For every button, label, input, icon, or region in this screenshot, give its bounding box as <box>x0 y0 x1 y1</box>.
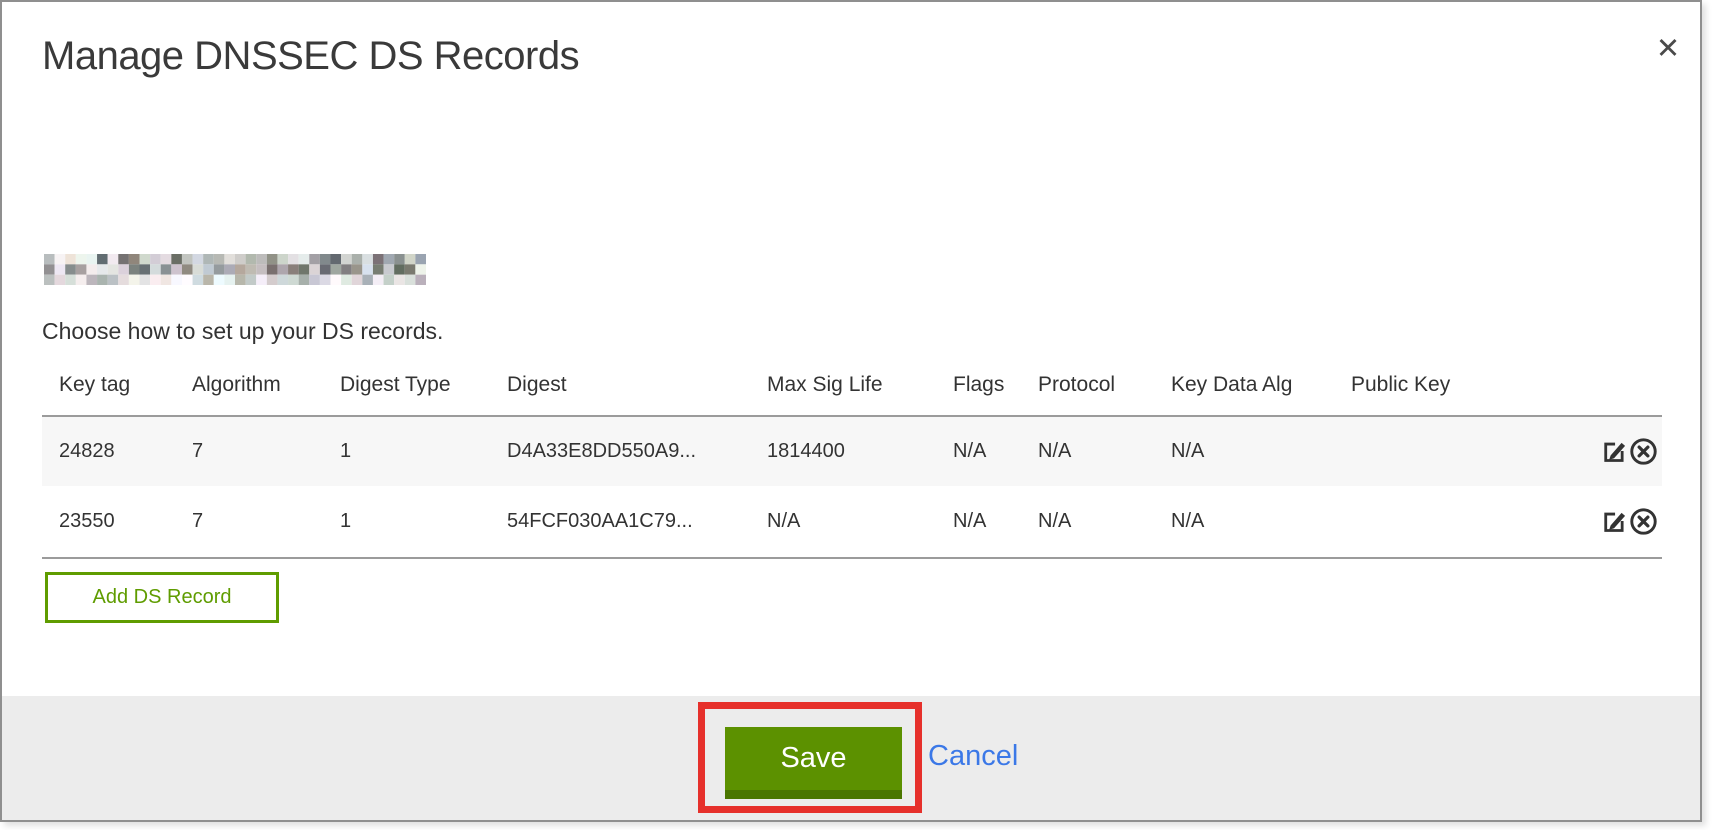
col-header-actions <box>1566 365 1662 416</box>
cell-public-key <box>1351 486 1566 558</box>
delete-record-button[interactable] <box>1629 437 1658 466</box>
cell-max-sig-life: N/A <box>767 486 953 558</box>
delete-circle-x-icon <box>1629 454 1658 469</box>
table-header-row: Key tag Algorithm Digest Type Digest Max… <box>42 365 1662 416</box>
col-header-key-data-alg: Key Data Alg <box>1171 365 1351 416</box>
row-actions <box>1566 486 1662 558</box>
add-ds-record-button[interactable]: Add DS Record <box>45 572 279 623</box>
edit-pencil-square-icon <box>1601 523 1628 538</box>
domain-name-redacted <box>44 254 426 285</box>
table-row: 24828 7 1 D4A33E8DD550A9... 1814400 N/A … <box>42 416 1662 486</box>
dnssec-dialog: Manage DNSSEC DS Records ✕ Choose how to… <box>0 0 1702 822</box>
save-button[interactable]: Save <box>725 727 902 799</box>
cell-algorithm: 7 <box>192 416 340 486</box>
edit-record-button[interactable] <box>1601 438 1628 465</box>
cell-digest: 54FCF030AA1C79... <box>507 486 767 558</box>
close-icon[interactable]: ✕ <box>1648 28 1688 68</box>
cell-public-key <box>1351 416 1566 486</box>
col-header-digest-type: Digest Type <box>340 365 507 416</box>
intro-text: Choose how to set up your DS records. <box>42 318 443 345</box>
delete-record-button[interactable] <box>1629 507 1658 536</box>
col-header-public-key: Public Key <box>1351 365 1566 416</box>
cancel-link[interactable]: Cancel <box>928 740 1018 773</box>
table-row: 23550 7 1 54FCF030AA1C79... N/A N/A N/A … <box>42 486 1662 558</box>
cell-digest: D4A33E8DD550A9... <box>507 416 767 486</box>
cell-key-tag: 23550 <box>42 486 192 558</box>
cell-protocol: N/A <box>1038 486 1171 558</box>
cell-key-data-alg: N/A <box>1171 416 1351 486</box>
cell-protocol: N/A <box>1038 416 1171 486</box>
dialog-title: Manage DNSSEC DS Records <box>42 34 579 79</box>
row-actions <box>1566 416 1662 486</box>
cell-algorithm: 7 <box>192 486 340 558</box>
col-header-max-sig-life: Max Sig Life <box>767 365 953 416</box>
col-header-key-tag: Key tag <box>42 365 192 416</box>
pixelated-domain-mosaic <box>44 254 426 285</box>
delete-circle-x-icon <box>1629 524 1658 539</box>
cell-digest-type: 1 <box>340 416 507 486</box>
cell-key-data-alg: N/A <box>1171 486 1351 558</box>
cell-flags: N/A <box>953 416 1038 486</box>
cell-key-tag: 24828 <box>42 416 192 486</box>
edit-record-button[interactable] <box>1601 508 1628 535</box>
col-header-flags: Flags <box>953 365 1038 416</box>
col-header-algorithm: Algorithm <box>192 365 340 416</box>
cell-digest-type: 1 <box>340 486 507 558</box>
col-header-digest: Digest <box>507 365 767 416</box>
ds-records-table: Key tag Algorithm Digest Type Digest Max… <box>42 365 1662 559</box>
cell-max-sig-life: 1814400 <box>767 416 953 486</box>
cell-flags: N/A <box>953 486 1038 558</box>
edit-pencil-square-icon <box>1601 453 1628 468</box>
col-header-protocol: Protocol <box>1038 365 1171 416</box>
